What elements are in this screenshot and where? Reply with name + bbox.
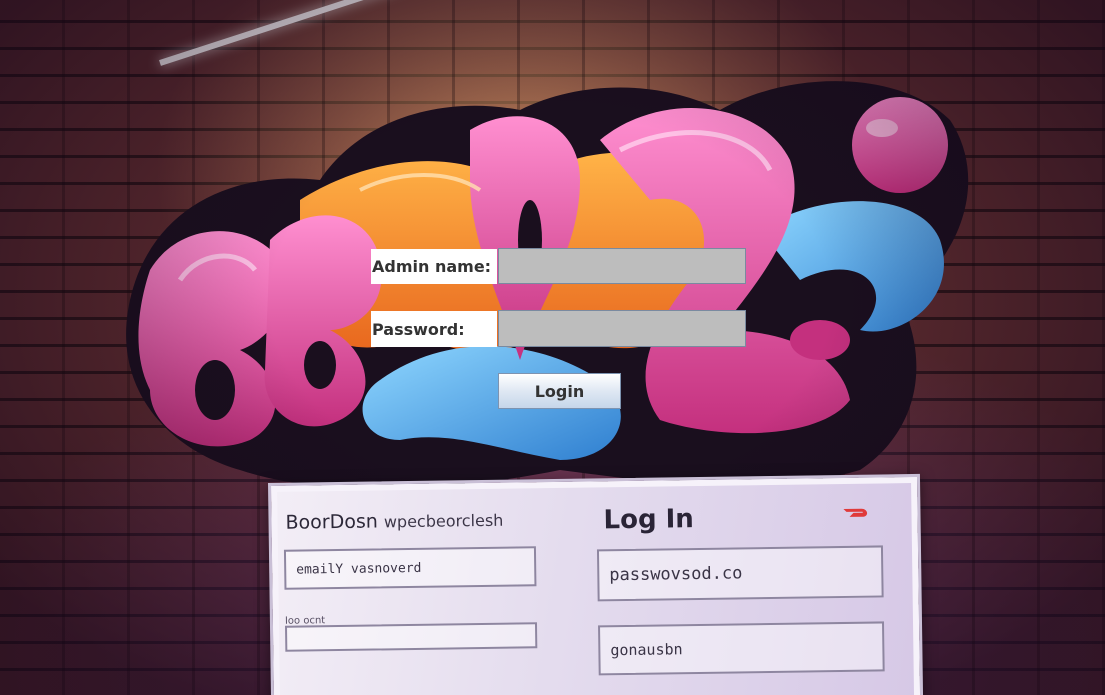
- sign-right-field-2-text: gonausbn: [610, 640, 683, 660]
- background-sign: BoorDosn wpecbeorclesh Log In emailY vas…: [268, 473, 924, 695]
- admin-name-input[interactable]: [498, 248, 746, 284]
- sign-brand: BoorDosn wpecbeorclesh: [285, 509, 504, 534]
- sign-left-field-2: [284, 622, 538, 652]
- sign-left-field: emailY vasnoverd: [283, 546, 537, 590]
- sign-brand-subtitle: wpecbeorclesh: [383, 510, 504, 532]
- sign-right-field-2: gonausbn: [598, 621, 885, 676]
- sign-title: Log In: [603, 504, 695, 536]
- sign-left-field-text: emailY vasnoverd: [296, 560, 422, 578]
- password-input[interactable]: [498, 310, 746, 347]
- sign-right-field-1: passwovsod.co: [596, 545, 884, 602]
- doordash-logo-icon: [843, 508, 868, 517]
- sign-right-field-1-text: passwovsod.co: [609, 563, 743, 586]
- admin-name-label: Admin name:: [371, 249, 497, 284]
- password-label: Password:: [371, 311, 497, 347]
- sign-brand-name: BoorDosn: [285, 510, 378, 534]
- login-button[interactable]: Login: [498, 373, 621, 409]
- app-window: BoorDosn wpecbeorclesh Log In emailY vas…: [0, 0, 1105, 695]
